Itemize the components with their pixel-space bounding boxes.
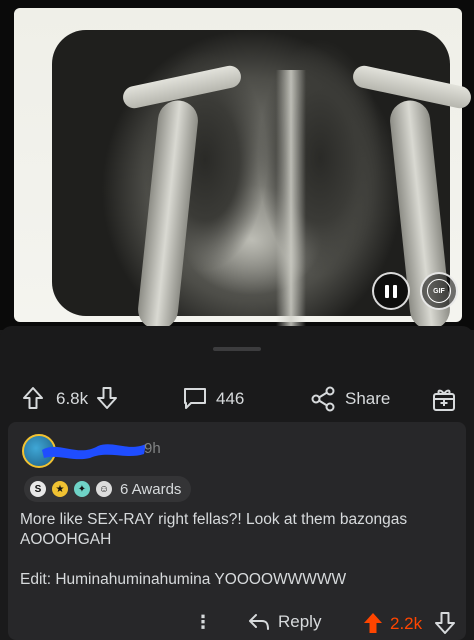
comments-button[interactable]: [182, 386, 208, 410]
downvote-icon: [97, 387, 117, 409]
sheet-handle[interactable]: [213, 347, 261, 351]
comment-body: More like SEX-RAY right fellas?! Look at…: [20, 511, 408, 548]
redaction-scribble: [42, 444, 146, 460]
helpful-award-icon: ✦: [74, 481, 90, 497]
comment-actions: ⋮ Reply 2.2k: [8, 606, 466, 640]
comment-score: 2.2k: [390, 614, 423, 633]
post-action-bar: 6.8k 446 Share: [0, 372, 474, 426]
comment-upvote-button[interactable]: [362, 612, 384, 639]
comment-time: 9h: [144, 440, 161, 457]
awards-pill[interactable]: S ★ ✦ ☺ 6 Awards: [24, 476, 192, 502]
comment-count: 446: [216, 389, 245, 408]
left-arm: [136, 98, 200, 330]
award-button[interactable]: [432, 386, 456, 412]
gold-award-icon: ★: [52, 481, 68, 497]
silver-award-icon: S: [30, 481, 46, 497]
upvote-icon: [23, 387, 43, 409]
gif-button[interactable]: GIF: [420, 272, 458, 310]
upvote-icon: [364, 613, 382, 633]
post-sheet: 6.8k 446 Share 9h S ★ ✦ ☺ 6 Awards More …: [0, 326, 474, 640]
wholesome-award-icon: ☺: [96, 481, 112, 497]
downvote-button[interactable]: [96, 386, 118, 410]
share-button[interactable]: [310, 386, 336, 412]
post-media[interactable]: GIF: [0, 0, 474, 330]
reply-icon: [249, 614, 269, 630]
comment-icon: [184, 388, 206, 409]
reply-label: Reply: [278, 612, 322, 631]
spine-shadow: [276, 70, 306, 330]
awards-label: 6 Awards: [120, 480, 182, 498]
gif-icon: GIF: [427, 279, 451, 303]
award-icon: [433, 389, 455, 411]
vote-count: 6.8k: [56, 389, 89, 408]
comment-card[interactable]: 9h S ★ ✦ ☺ 6 Awards More like SEX-RAY ri…: [8, 422, 466, 640]
pause-icon: [385, 284, 397, 298]
comment-downvote-button[interactable]: [434, 612, 456, 639]
more-icon[interactable]: ⋮: [194, 612, 212, 633]
downvote-icon: [435, 612, 455, 634]
reply-button[interactable]: Reply: [248, 612, 321, 632]
pause-button[interactable]: [372, 272, 410, 310]
upvote-button[interactable]: [22, 386, 44, 410]
share-label[interactable]: Share: [345, 389, 390, 409]
share-icon: [311, 386, 335, 412]
comment-edit: Edit: Huminahuminahumina YOOOOWWWWW: [20, 571, 347, 588]
